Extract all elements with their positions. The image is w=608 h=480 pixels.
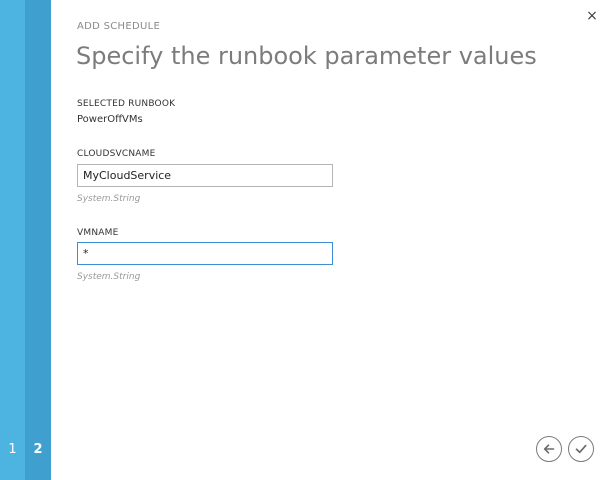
dialog-content: ADD SCHEDULE Specify the runbook paramet… <box>51 0 608 480</box>
wizard-step-rail: 1 2 <box>0 0 51 480</box>
wizard-step-1[interactable]: 1 <box>0 0 25 480</box>
back-button[interactable] <box>536 436 562 462</box>
complete-button[interactable] <box>568 436 594 462</box>
page-title: Specify the runbook parameter values <box>76 42 537 70</box>
selected-runbook-value: PowerOffVMs <box>77 114 143 125</box>
step-number: 1 <box>8 442 17 457</box>
close-icon[interactable]: × <box>585 9 599 23</box>
add-schedule-dialog: 1 2 ADD SCHEDULE Specify the runbook par… <box>0 0 608 480</box>
vmname-input[interactable] <box>77 242 333 265</box>
wizard-step-2[interactable]: 2 <box>25 0 51 480</box>
cloudsvcname-label: CLOUDSVCNAME <box>77 149 156 159</box>
vmname-label: VMNAME <box>77 228 119 238</box>
cloudsvcname-input[interactable] <box>77 164 333 187</box>
step-number: 2 <box>33 442 43 457</box>
cloudsvcname-type-hint: System.String <box>77 194 141 204</box>
dialog-eyebrow: ADD SCHEDULE <box>77 21 161 32</box>
selected-runbook-label: SELECTED RUNBOOK <box>77 99 176 109</box>
checkmark-icon <box>575 444 587 454</box>
arrow-left-icon <box>543 444 555 454</box>
vmname-type-hint: System.String <box>77 272 141 282</box>
